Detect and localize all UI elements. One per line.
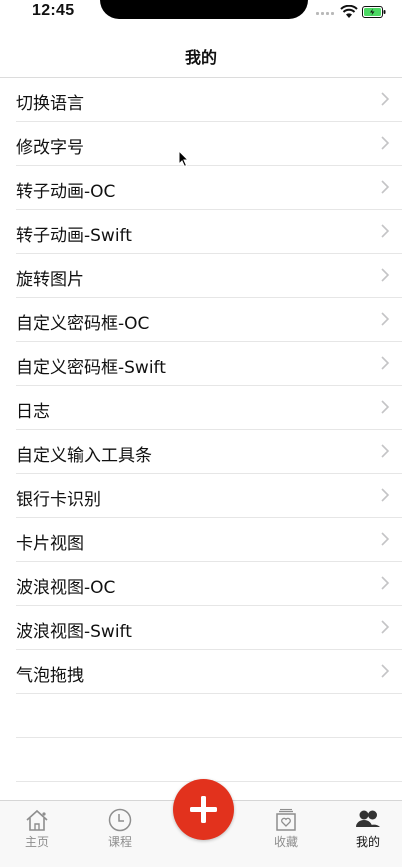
menu-item-label: 银行卡识别 [16,490,101,510]
menu-item-rotate-image[interactable]: 旋转图片 [16,254,402,298]
menu-item-label: 旋转图片 [16,270,84,290]
menu-item-label: 自定义密码框-OC [16,314,150,334]
tab-mine-label: 我的 [355,835,380,849]
people-icon [356,810,380,827]
chevron-right-icon [381,488,390,502]
menu-item-label: 切换语言 [16,94,84,114]
menu-item-password-field-oc[interactable]: 自定义密码框-OC [16,298,402,342]
tab-home-label: 主页 [24,835,49,849]
wifi-icon [340,5,358,18]
menu-item-label: 修改字号 [16,138,84,158]
menu-item-label: 转子动画-OC [16,182,116,202]
chevron-right-icon [381,400,390,414]
chevron-right-icon [381,136,390,150]
menu-item-wave-view-oc[interactable]: 波浪视图-OC [16,562,402,606]
tab-favorites-label: 收藏 [273,835,298,849]
page-title: 我的 [184,48,217,67]
notch [100,0,308,19]
heart-box-icon [276,808,296,831]
chevron-right-icon [381,92,390,106]
chevron-right-icon [381,312,390,326]
navigation-bar: 我的 [0,28,402,78]
status-bar: 12:45 [0,0,402,28]
menu-item-label: 波浪视图-Swift [16,622,132,642]
menu-item-password-field-swift[interactable]: 自定义密码框-Swift [16,342,402,386]
tab-home[interactable]: 主页 [7,807,67,850]
home-icon [26,809,48,831]
empty-row [16,738,402,782]
tab-course-label: 课程 [107,835,132,849]
menu-item-font-size[interactable]: 修改字号 [16,122,402,166]
chevron-right-icon [381,576,390,590]
menu-item-rotor-animation-oc[interactable]: 转子动画-OC [16,166,402,210]
menu-item-input-toolbar[interactable]: 自定义输入工具条 [16,430,402,474]
tab-favorites[interactable]: 收藏 [256,807,316,850]
chevron-right-icon [381,664,390,678]
tab-mine[interactable]: 我的 [338,807,398,850]
chevron-right-icon [381,180,390,194]
signal-icon [316,12,334,15]
chevron-right-icon [381,444,390,458]
menu-item-log[interactable]: 日志 [16,386,402,430]
plus-icon [190,796,217,823]
menu-item-card-view[interactable]: 卡片视图 [16,518,402,562]
mouse-cursor-icon [178,150,190,168]
battery-icon [362,6,386,18]
menu-item-bank-card-recognition[interactable]: 银行卡识别 [16,474,402,518]
menu-item-label: 自定义输入工具条 [16,446,152,466]
menu-item-label: 转子动画-Swift [16,226,132,246]
menu-item-label: 气泡拖拽 [16,666,84,686]
add-button[interactable] [173,779,234,840]
clock-icon [108,808,132,832]
empty-row [16,694,402,738]
chevron-right-icon [381,356,390,370]
menu-item-switch-language[interactable]: 切换语言 [16,78,402,122]
menu-item-label: 卡片视图 [16,534,84,554]
chevron-right-icon [381,224,390,238]
menu-list: 切换语言 修改字号 转子动画-OC 转子动画-Swift 旋转图片 自定义密码框… [0,78,402,782]
status-time: 12:45 [32,2,75,19]
chevron-right-icon [381,268,390,282]
chevron-right-icon [381,620,390,634]
chevron-right-icon [381,532,390,546]
menu-item-bubble-drag[interactable]: 气泡拖拽 [16,650,402,694]
menu-item-wave-view-swift[interactable]: 波浪视图-Swift [16,606,402,650]
menu-item-rotor-animation-swift[interactable]: 转子动画-Swift [16,210,402,254]
menu-item-label: 波浪视图-OC [16,578,116,598]
menu-item-label: 自定义密码框-Swift [16,358,166,378]
tab-course[interactable]: 课程 [90,807,150,850]
menu-item-label: 日志 [16,402,50,422]
